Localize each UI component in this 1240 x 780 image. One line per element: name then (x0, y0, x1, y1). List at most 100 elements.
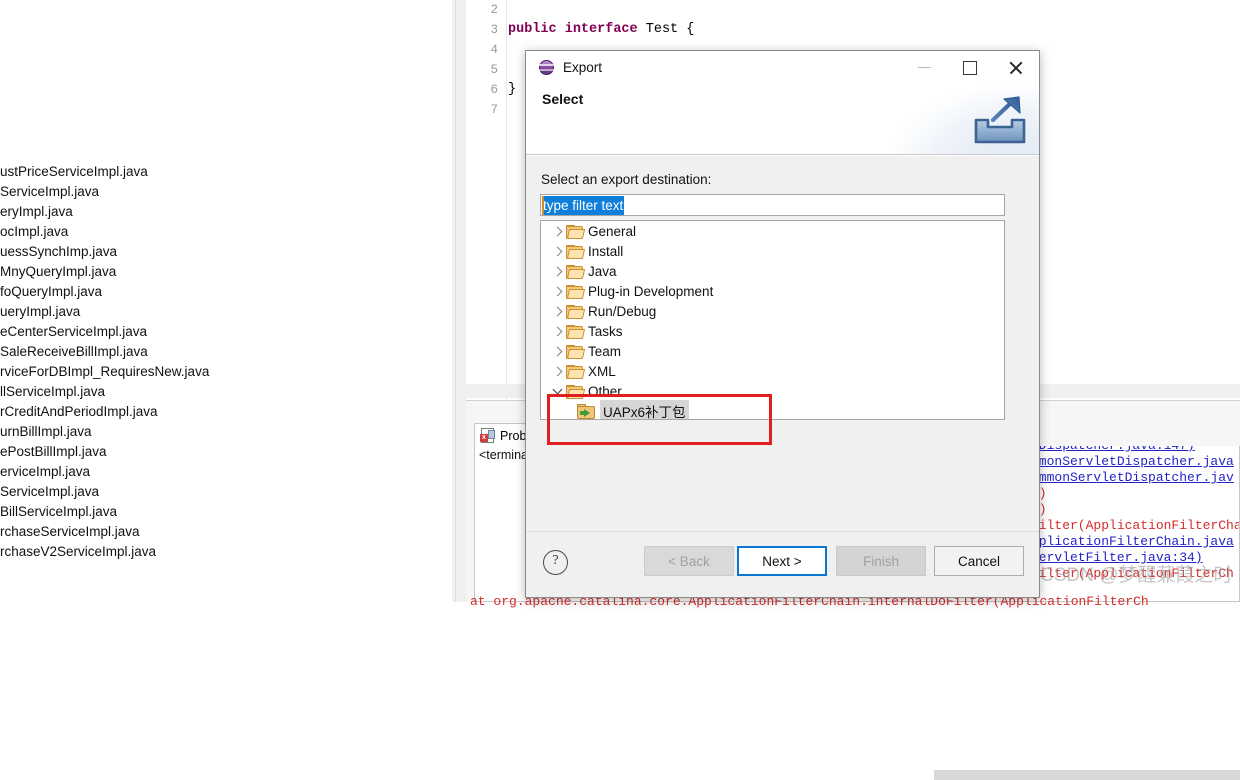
tree-item-team[interactable]: Team (541, 341, 1004, 361)
file-name: uessSynchImp.java (0, 244, 118, 259)
list-item[interactable]: rchaseV2ServiceImpl.java (0, 542, 452, 562)
file-name: MnyQueryImpl.java (0, 264, 117, 279)
tree-item-plug-in-development[interactable]: Plug-in Development (541, 281, 1004, 301)
chevron-right-icon[interactable] (549, 281, 565, 301)
editor-gutter: 2 3 4 5 6 7 (466, 0, 507, 400)
folder-icon (566, 344, 586, 359)
dialog-header: Export Select (526, 51, 1039, 154)
stacktrace-link[interactable]: mmonServletDispatcher.java (1031, 454, 1239, 470)
list-item[interactable]: MnyQueryImpl.java (0, 262, 452, 282)
tree-item-general[interactable]: General (541, 221, 1004, 241)
export-dialog[interactable]: Export Select Select an export destinati… (525, 50, 1040, 598)
file-name: ServiceImpl.java (0, 184, 100, 199)
list-item[interactable]: ePostBillImpl.java (0, 442, 452, 462)
tree-item-run-debug[interactable]: Run/Debug (541, 301, 1004, 321)
folder-icon (566, 244, 586, 259)
tree-item-java[interactable]: Java (541, 261, 1004, 281)
list-item[interactable]: foQueryImpl.java (0, 282, 452, 302)
cancel-button[interactable]: Cancel (934, 546, 1024, 576)
tree-item-label: Tasks (588, 323, 623, 339)
chevron-right-icon[interactable] (549, 361, 565, 381)
maximize-icon (963, 60, 977, 75)
dialog-title: Export (563, 60, 603, 75)
problems-icon: x (480, 428, 495, 443)
dialog-heading: Select (542, 91, 584, 107)
filter-text-input[interactable]: type filter text (540, 194, 1005, 216)
stacktrace-link[interactable]: ommonServletDispatcher.jav (1031, 470, 1239, 486)
list-item[interactable]: uessSynchImp.java (0, 242, 452, 262)
annotation-rectangle (547, 394, 772, 445)
package-explorer-panel[interactable]: ustPriceServiceImpl.java ServiceImpl.java… (0, 0, 452, 602)
file-name: foQueryImpl.java (0, 284, 103, 299)
file-name: ueryImpl.java (0, 304, 81, 319)
stacktrace-link[interactable]: nDispatcher.java:147) (1031, 446, 1239, 454)
export-destination-tree[interactable]: General Install Java Plug-in Development Run… (540, 220, 1005, 420)
folder-icon (566, 304, 586, 319)
close-icon (1009, 61, 1023, 75)
back-button[interactable]: < Back (644, 546, 734, 576)
list-item[interactable]: eryImpl.java (0, 202, 452, 222)
tree-item-label: Run/Debug (588, 303, 657, 319)
list-item[interactable]: rchaseServiceImpl.java (0, 522, 452, 542)
file-name: rCreditAndPeriodImpl.java (0, 404, 158, 419)
code-line: public interface Test { (508, 22, 695, 37)
tree-item-install[interactable]: Install (541, 241, 1004, 261)
list-item[interactable]: rviceForDBImpl_RequiresNew.java (0, 362, 452, 382)
file-name: ocImpl.java (0, 224, 69, 239)
line-number: 2 (490, 3, 498, 17)
stacktrace-link[interactable]: pplicationFilterChain.java (1031, 534, 1239, 550)
tree-item-label: Plug-in Development (588, 283, 714, 299)
tree-item-label: Install (588, 243, 624, 259)
chevron-right-icon[interactable] (549, 221, 565, 241)
chevron-right-icon[interactable] (549, 301, 565, 321)
list-item[interactable]: rCreditAndPeriodImpl.java (0, 402, 452, 422)
chevron-right-icon[interactable] (549, 241, 565, 261)
line-number: 7 (490, 103, 498, 117)
stacktrace-link[interactable]: ServletFilter.java:34) (1031, 550, 1239, 566)
help-button[interactable]: ? (543, 550, 568, 575)
file-name: llServiceImpl.java (0, 384, 106, 399)
line-number: 4 (490, 43, 498, 57)
list-item[interactable]: ustPriceServiceImpl.java (0, 162, 452, 182)
file-list[interactable]: ustPriceServiceImpl.java ServiceImpl.java… (0, 162, 452, 562)
close-button[interactable] (993, 51, 1039, 84)
finish-button[interactable]: Finish (836, 546, 926, 576)
folder-icon (566, 364, 586, 379)
text-caret (542, 196, 544, 215)
tree-item-xml[interactable]: XML (541, 361, 1004, 381)
list-item[interactable]: llServiceImpl.java (0, 382, 452, 402)
window-controls[interactable] (901, 51, 1039, 84)
list-item[interactable]: erviceImpl.java (0, 462, 452, 482)
list-item[interactable]: SaleReceiveBillImpl.java (0, 342, 452, 362)
file-name: ServiceImpl.java (0, 484, 100, 499)
file-name: rchaseV2ServiceImpl.java (0, 544, 157, 559)
file-name: BillServiceImpl.java (0, 504, 118, 519)
dialog-body: Select an export destination: type filte… (526, 156, 1039, 532)
file-name: eCenterServiceImpl.java (0, 324, 148, 339)
maximize-button[interactable] (947, 51, 993, 84)
chevron-right-icon[interactable] (549, 341, 565, 361)
console-stacktrace[interactable]: nDispatcher.java:147)mmonServletDispatch… (1031, 446, 1239, 582)
list-item[interactable]: BillServiceImpl.java (0, 502, 452, 522)
list-item[interactable]: ocImpl.java (0, 222, 452, 242)
minimize-button[interactable] (901, 51, 947, 84)
chevron-right-icon[interactable] (549, 321, 565, 341)
dialog-footer: ? < Back Next > Finish Cancel (526, 531, 1039, 597)
file-name: rchaseServiceImpl.java (0, 524, 140, 539)
chevron-right-icon[interactable] (549, 261, 565, 281)
eclipse-sphere-icon (539, 60, 554, 75)
next-button[interactable]: Next > (737, 546, 827, 576)
list-item[interactable]: ueryImpl.java (0, 302, 452, 322)
stacktrace-text: 7) (1031, 486, 1239, 502)
editor-hscroll-thumb[interactable] (934, 770, 1240, 780)
file-name: eryImpl.java (0, 204, 73, 219)
minimize-icon (917, 66, 931, 69)
list-item[interactable]: ServiceImpl.java (0, 182, 452, 202)
tree-item-tasks[interactable]: Tasks (541, 321, 1004, 341)
list-item[interactable]: ServiceImpl.java (0, 482, 452, 502)
file-name: ePostBillImpl.java (0, 444, 107, 459)
list-item[interactable]: eCenterServiceImpl.java (0, 322, 452, 342)
list-item[interactable]: urnBillImpl.java (0, 422, 452, 442)
tree-item-label: XML (588, 363, 616, 379)
